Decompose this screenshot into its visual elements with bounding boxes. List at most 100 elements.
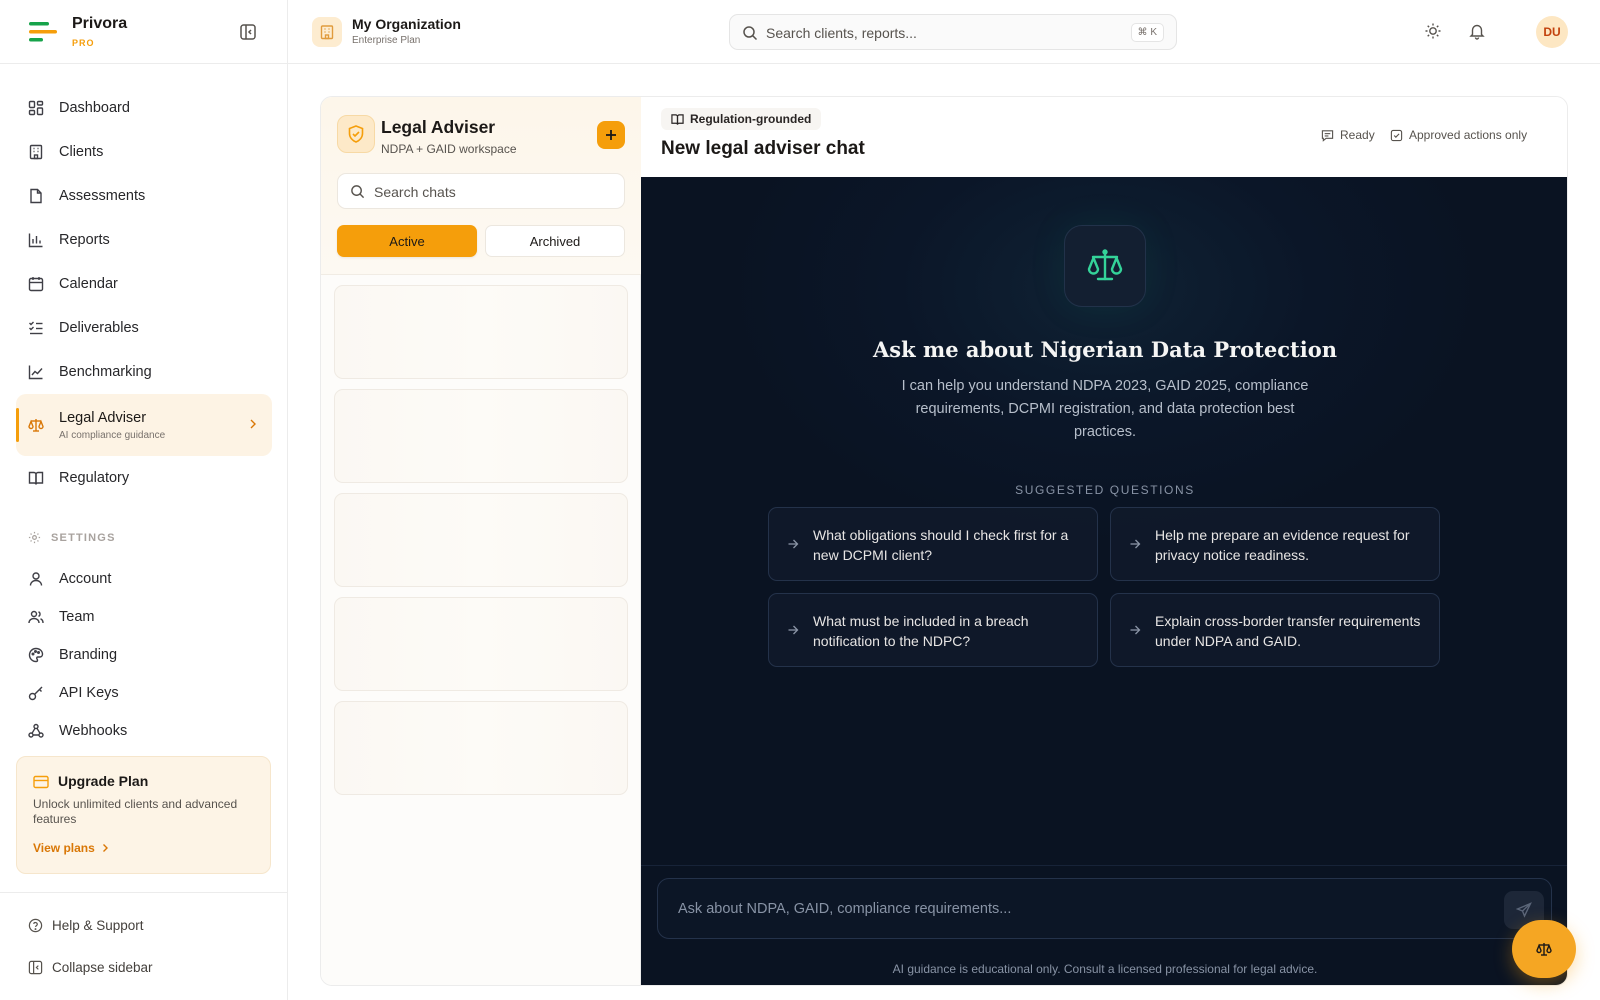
- chat-list-skeleton: [334, 597, 628, 691]
- checklist-icon: [29, 321, 43, 335]
- avatar[interactable]: DU: [1536, 16, 1568, 48]
- sidebar-item-label: Calendar: [59, 276, 118, 292]
- sidebar-toggle-icon[interactable]: [239, 23, 257, 41]
- chat-empty-state: Ask me about Nigerian Data Protection I …: [641, 177, 1567, 865]
- scale-icon: [1064, 225, 1146, 307]
- message-input[interactable]: [678, 898, 1458, 920]
- upgrade-card: Upgrade Plan Unlock unlimited clients an…: [16, 756, 271, 874]
- sidebar-collapse-icon: [28, 960, 43, 975]
- sidebar-item-account[interactable]: Account: [16, 560, 272, 598]
- top-bar: My Organization Enterprise Plan ⌘ K DU: [288, 0, 1600, 64]
- legal-adviser-workspace: Legal Adviser NDPA + GAID workspace Acti…: [320, 96, 1568, 986]
- message-composer[interactable]: [657, 878, 1552, 939]
- sidebar-item-dashboard[interactable]: Dashboard: [16, 86, 272, 130]
- help-support-link[interactable]: Help & Support: [28, 918, 144, 933]
- empty-state-description: I can help you understand NDPA 2023, GAI…: [901, 378, 1309, 440]
- organization-icon[interactable]: [312, 17, 342, 47]
- upgrade-title: Upgrade Plan: [58, 773, 149, 789]
- arrow-right-icon: [788, 625, 799, 635]
- document-icon: [30, 188, 42, 204]
- sidebar-item-regulatory[interactable]: Regulatory: [16, 456, 272, 500]
- chat-search-input[interactable]: [374, 181, 614, 203]
- help-circle-icon: [28, 918, 43, 933]
- building-icon: [29, 144, 43, 160]
- new-chat-button[interactable]: [597, 121, 625, 149]
- search-icon: [351, 185, 365, 199]
- sidebar-item-deliverables[interactable]: Deliverables: [16, 306, 272, 350]
- sidebar-item-assessments[interactable]: Assessments: [16, 174, 272, 218]
- brand-name: Privora: [72, 15, 128, 32]
- suggested-question[interactable]: What obligations should I check first fo…: [768, 507, 1098, 581]
- disclaimer-text: AI guidance is educational only. Consult…: [892, 962, 1318, 976]
- regulation-grounded-badge: Regulation-grounded: [661, 108, 822, 130]
- organization-name[interactable]: My Organization: [352, 16, 461, 32]
- empty-state-title: Ask me about Nigerian Data Protection: [873, 337, 1337, 362]
- sidebar-divider: [0, 892, 288, 893]
- sidebar-item-label: Branding: [59, 647, 118, 663]
- sidebar-item-label: Regulatory: [59, 470, 130, 486]
- sidebar-item-clients[interactable]: Clients: [16, 130, 272, 174]
- sidebar-item-label: Account: [59, 571, 112, 587]
- sidebar-item-label: API Keys: [59, 685, 119, 701]
- book-open-icon: [671, 113, 684, 125]
- collapse-sidebar-button[interactable]: Collapse sidebar: [28, 960, 153, 975]
- chat-list-skeleton: [334, 493, 628, 587]
- search-icon: [743, 26, 758, 41]
- upgrade-description: Unlock unlimited clients and advanced fe…: [33, 797, 238, 826]
- sidebar-item-label: Dashboard: [59, 100, 130, 116]
- tab-active[interactable]: Active: [337, 225, 477, 257]
- sidebar-item-reports[interactable]: Reports: [16, 218, 272, 262]
- sidebar-item-webhooks[interactable]: Webhooks: [16, 712, 272, 750]
- suggested-question[interactable]: What must be included in a breach notifi…: [768, 593, 1098, 667]
- scale-icon: [1536, 943, 1552, 956]
- send-icon: [1516, 902, 1532, 918]
- line-chart-icon: [28, 365, 43, 380]
- sidebar-item-legal-adviser[interactable]: Legal Adviser AI compliance guidance: [16, 394, 272, 456]
- calendar-icon: [28, 277, 44, 292]
- book-icon: [28, 471, 44, 485]
- credit-card-icon: [33, 775, 49, 789]
- sun-icon[interactable]: [1424, 22, 1442, 40]
- arrow-right-icon: [788, 539, 799, 549]
- sidebar-item-label: Reports: [59, 232, 110, 248]
- settings-nav: Account Team Branding API Keys Webhooks: [16, 560, 272, 750]
- suggested-questions-heading: SUGGESTED QUESTIONS: [1015, 483, 1195, 497]
- view-plans-link[interactable]: View plans: [33, 841, 110, 855]
- sidebar-item-team[interactable]: Team: [16, 598, 272, 636]
- sidebar-item-label: Assessments: [59, 188, 146, 204]
- sidebar-item-label: Deliverables: [59, 320, 139, 336]
- global-search[interactable]: ⌘ K: [729, 14, 1177, 50]
- plus-icon: [606, 130, 616, 140]
- arrow-right-icon: [1130, 539, 1141, 549]
- suggested-question[interactable]: Help me prepare an evidence request for …: [1110, 507, 1440, 581]
- user-icon: [29, 572, 43, 586]
- chevron-right-icon: [102, 844, 108, 852]
- suggested-question[interactable]: Explain cross-border transfer requiremen…: [1110, 593, 1440, 667]
- chat-list-panel: Legal Adviser NDPA + GAID workspace Acti…: [321, 97, 641, 985]
- key-icon: [28, 686, 43, 701]
- sidebar-item-label: Legal Adviser: [59, 409, 147, 426]
- settings-heading: SETTINGS: [28, 531, 116, 544]
- sidebar-item-calendar[interactable]: Calendar: [16, 262, 272, 306]
- bell-icon[interactable]: [1468, 22, 1486, 40]
- brand-tier: PRO: [72, 38, 95, 48]
- tab-archived[interactable]: Archived: [485, 225, 625, 257]
- sidebar-item-branding[interactable]: Branding: [16, 636, 272, 674]
- message-square-icon: [1321, 129, 1334, 142]
- chat-search[interactable]: [337, 173, 625, 209]
- search-shortcut-badge: ⌘ K: [1130, 23, 1164, 42]
- webhook-icon: [28, 723, 44, 738]
- scale-icon: [28, 419, 44, 432]
- shield-check-icon: [337, 115, 375, 153]
- sidebar-item-label: Team: [59, 609, 95, 625]
- chat-list-header: Legal Adviser NDPA + GAID workspace Acti…: [321, 97, 641, 275]
- global-search-input[interactable]: [766, 22, 1106, 44]
- gear-icon: [28, 531, 41, 544]
- composer-area: AI guidance is educational only. Consult…: [641, 865, 1567, 985]
- sidebar-item-benchmarking[interactable]: Benchmarking: [16, 350, 272, 394]
- sidebar-item-label: Benchmarking: [59, 364, 152, 380]
- check-square-icon: [1390, 129, 1403, 141]
- sidebar-item-api-keys[interactable]: API Keys: [16, 674, 272, 712]
- chat-pane: Regulation-grounded New legal adviser ch…: [641, 97, 1567, 985]
- legal-adviser-fab[interactable]: [1512, 920, 1576, 978]
